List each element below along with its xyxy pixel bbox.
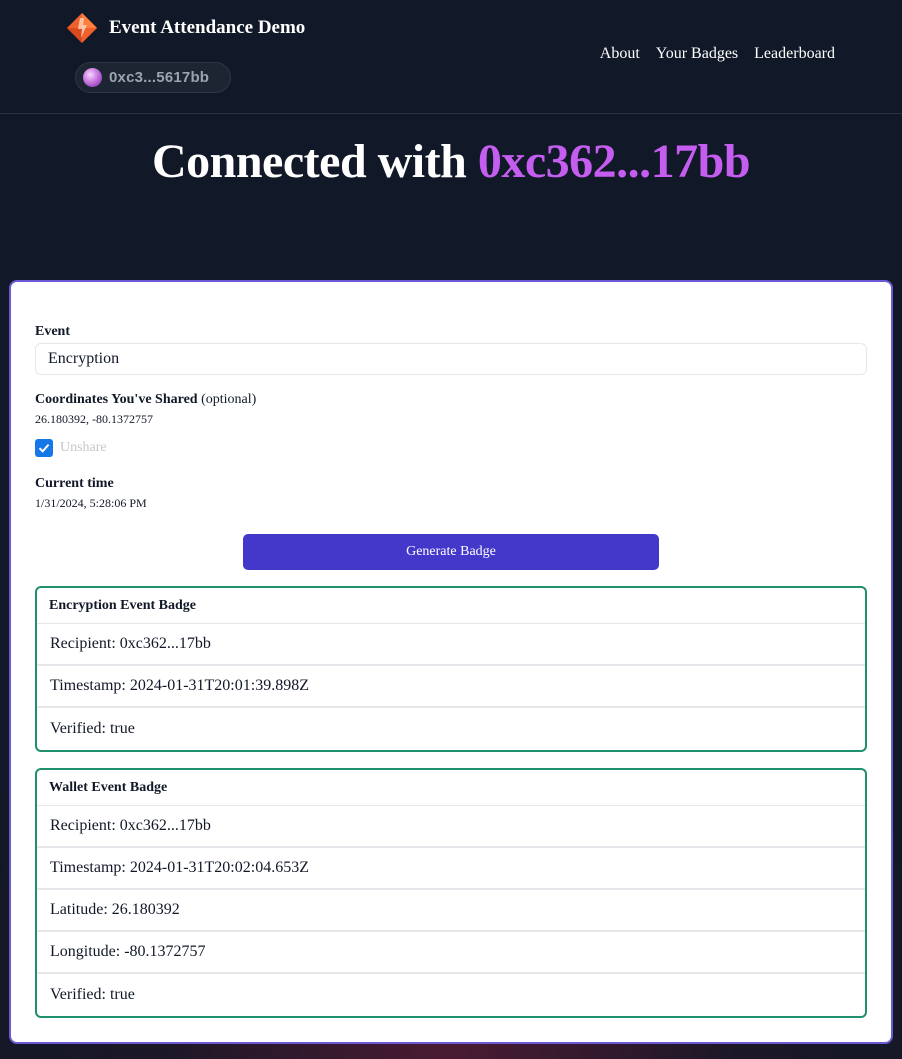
diamond-logo-icon (67, 13, 97, 43)
page: Event Attendance Demo 0xc3...5617bb Abou… (0, 0, 902, 1059)
checkmark-icon (38, 443, 50, 453)
badge-card-encryption: Encryption Event Badge Recipient: 0xc362… (35, 586, 867, 752)
badge-recipient-row: Recipient: 0xc362...17bb (37, 624, 865, 666)
badge-timestamp-row: Timestamp: 2024-01-31T20:01:39.898Z (37, 666, 865, 708)
badge-title: Wallet Event Badge (37, 770, 865, 806)
connected-address: 0xc362...17bb (477, 135, 751, 188)
nav-leaderboard-link[interactable]: Leaderboard (754, 43, 835, 65)
badge-latitude-row: Latitude: 26.180392 (37, 890, 865, 932)
app-title: Event Attendance Demo (109, 17, 306, 38)
coordinates-value: 26.180392, -80.1372757 (35, 412, 153, 426)
badge-timestamp-row: Timestamp: 2024-01-31T20:02:04.653Z (37, 848, 865, 890)
event-input[interactable] (35, 343, 867, 375)
wallet-address: 0xc3...5617bb (109, 69, 210, 86)
unshare-row: Unshare (35, 439, 107, 457)
coordinates-optional-text: (optional) (201, 392, 257, 407)
current-time-value: 1/31/2024, 5:28:06 PM (35, 496, 147, 510)
coordinates-label: Coordinates You've Shared (optional) (35, 392, 256, 408)
unshare-label: Unshare (60, 440, 107, 455)
coordinates-label-text: Coordinates You've Shared (35, 392, 198, 407)
brand[interactable]: Event Attendance Demo (66, 12, 305, 44)
badge-longitude-row: Longitude: -80.1372757 (37, 932, 865, 974)
badge-card-wallet: Wallet Event Badge Recipient: 0xc362...1… (35, 768, 867, 1018)
current-time-label: Current time (35, 476, 114, 491)
badge-recipient-row: Recipient: 0xc362...17bb (37, 806, 865, 848)
badge-title: Encryption Event Badge (37, 588, 865, 624)
connected-prefix: Connected with (151, 135, 467, 188)
wallet-avatar (83, 68, 102, 87)
badge-verified-row: Verified: true (50, 986, 135, 1003)
badge-form-card: Event Coordinates You've Shared (optiona… (9, 280, 893, 1044)
top-header: Event Attendance Demo 0xc3...5617bb Abou… (0, 0, 902, 114)
badge-verified-row: Verified: true (50, 720, 135, 737)
event-label: Event (35, 324, 70, 339)
main-nav: About Your Badges Leaderboard (600, 43, 835, 65)
nav-about-link[interactable]: About (600, 43, 640, 65)
nav-your-badges-link[interactable]: Your Badges (656, 43, 738, 65)
connected-heading: Connected with 0xc362...17bb (0, 132, 902, 192)
wallet-button[interactable]: 0xc3...5617bb (75, 62, 231, 93)
generate-badge-button[interactable]: Generate Badge (243, 534, 659, 570)
unshare-checkbox[interactable] (35, 439, 53, 457)
